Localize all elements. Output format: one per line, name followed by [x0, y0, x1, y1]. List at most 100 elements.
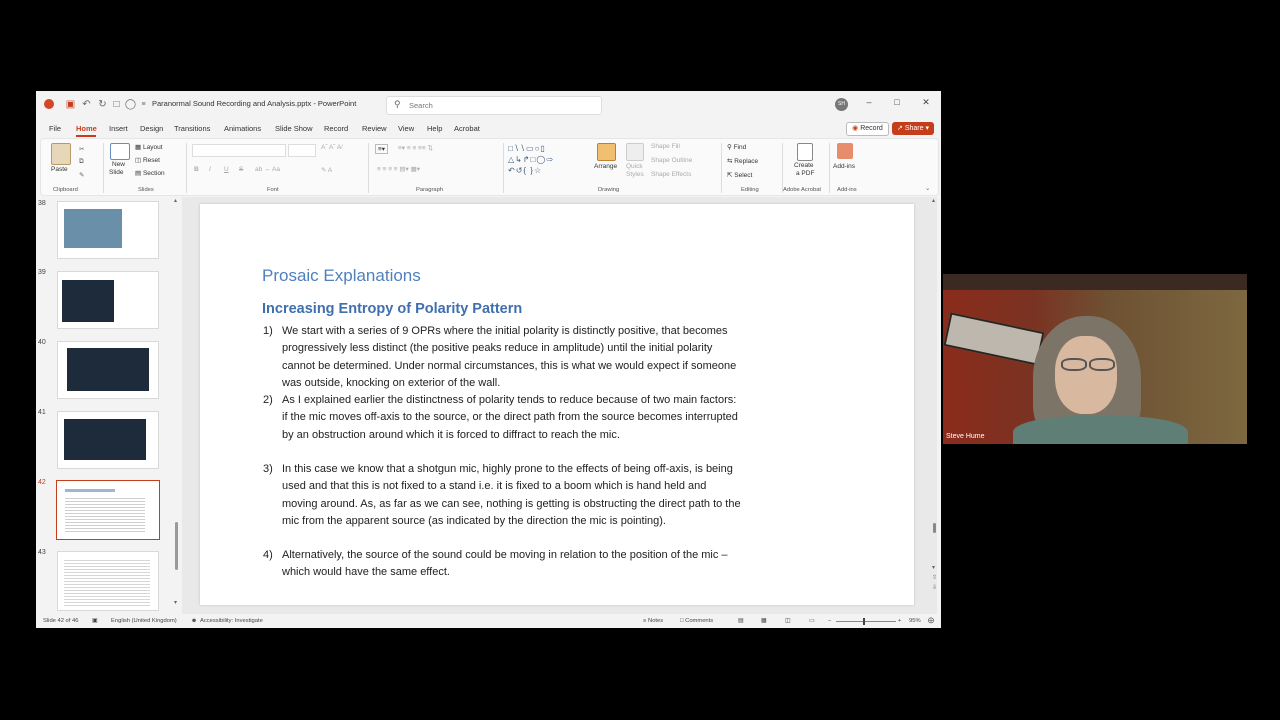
tab-view[interactable]: View: [398, 124, 414, 133]
tab-help[interactable]: Help: [427, 124, 442, 133]
slide-subtitle[interactable]: Increasing Entropy of Polarity Pattern: [262, 301, 522, 317]
accessibility-status[interactable]: Accessibility: Investigate: [200, 618, 263, 624]
new-slide-label[interactable]: New: [112, 161, 125, 168]
zoom-slider[interactable]: [836, 621, 896, 622]
language-indicator[interactable]: English (United Kingdom): [111, 618, 177, 624]
slide-scrollbar[interactable]: ▴ ▾ ⇧ ⇩: [931, 197, 939, 607]
tab-acrobat[interactable]: Acrobat: [454, 124, 480, 133]
zoom-level[interactable]: 95%: [909, 618, 921, 624]
scroll-up-icon[interactable]: ▴: [174, 197, 177, 204]
add-ins-icon[interactable]: [837, 143, 853, 159]
shape-fill-button[interactable]: Shape Fill: [651, 143, 680, 150]
font-color-icon[interactable]: ✎ A: [321, 166, 332, 174]
bullets-icon[interactable]: ≡▾: [375, 144, 389, 154]
avatar[interactable]: SH: [835, 98, 848, 111]
thumbnail-scroll-thumb[interactable]: [175, 522, 178, 570]
copy-icon[interactable]: ⧉: [79, 158, 84, 166]
notes-button[interactable]: ≡ Notes: [643, 618, 663, 624]
italic-button[interactable]: I: [209, 166, 211, 173]
customize-toolbar-icon[interactable]: ≡: [137, 98, 150, 111]
format-painter-icon[interactable]: ✎: [79, 171, 84, 179]
scroll-up-icon[interactable]: ▴: [932, 197, 935, 204]
redo-icon[interactable]: ↻: [96, 98, 109, 111]
add-ins-button[interactable]: Add-ins: [833, 163, 855, 170]
find-button[interactable]: ⚲ Find: [727, 143, 746, 151]
list-item[interactable]: As I explained earlier the distinctness …: [282, 392, 742, 444]
align-icons[interactable]: ≡ ≡ ≡ ≡ ▤▾ ▦▾: [377, 165, 420, 173]
arrange-button[interactable]: Arrange: [594, 163, 617, 170]
slide-thumbnail[interactable]: [57, 411, 159, 469]
numbering-icon[interactable]: ≡▾ ≡ ≡ ≡≡ ⇅: [398, 144, 433, 152]
close-icon[interactable]: ✕: [917, 97, 935, 108]
slide-thumbnail[interactable]: [57, 341, 159, 399]
tab-design[interactable]: Design: [140, 124, 163, 133]
list-item[interactable]: Alternatively, the source of the sound c…: [282, 547, 742, 582]
tab-insert[interactable]: Insert: [109, 124, 128, 133]
paste-icon[interactable]: [51, 143, 71, 165]
autosave-icon[interactable]: ◯: [124, 98, 137, 111]
replace-button[interactable]: ⇆ Replace: [727, 157, 758, 165]
layout-button[interactable]: ▦ Layout: [135, 143, 163, 151]
minimize-icon[interactable]: –: [860, 97, 878, 107]
slide-scroll-thumb[interactable]: [933, 523, 936, 533]
create-pdf-label[interactable]: Create: [794, 162, 814, 169]
current-slide[interactable]: Prosaic Explanations Increasing Entropy …: [200, 204, 914, 605]
tab-animations[interactable]: Animations: [224, 124, 261, 133]
save-icon[interactable]: ▣: [64, 98, 77, 111]
select-button[interactable]: ⇱ Select: [727, 171, 752, 179]
bold-button[interactable]: B: [194, 166, 199, 173]
undo-icon[interactable]: ↶: [80, 98, 93, 111]
thumbnail-scrollbar[interactable]: ▴ ▾: [174, 197, 180, 607]
next-slide-icon[interactable]: ⇩: [932, 584, 937, 591]
font-name-dropdown[interactable]: [192, 144, 286, 157]
collapse-ribbon-icon[interactable]: ⌄: [925, 184, 930, 192]
shape-outline-button[interactable]: Shape Outline: [651, 157, 692, 164]
tab-review[interactable]: Review: [362, 124, 387, 133]
scroll-down-icon[interactable]: ▾: [932, 564, 935, 571]
create-pdf-label-2[interactable]: a PDF: [796, 170, 814, 177]
underline-button[interactable]: U: [224, 166, 229, 173]
font-format-icons[interactable]: ab ↔ Aa: [255, 166, 280, 173]
tab-home[interactable]: Home: [76, 124, 97, 133]
normal-view-icon[interactable]: ▤: [738, 618, 743, 624]
scroll-down-icon[interactable]: ▾: [174, 599, 177, 606]
search-input[interactable]: ⚲ Search: [386, 96, 602, 115]
strikethrough-button[interactable]: S: [239, 166, 243, 173]
fit-to-window-icon[interactable]: ⨁: [928, 618, 934, 624]
new-slide-label-2[interactable]: Slide: [109, 169, 123, 176]
slideshow-view-icon[interactable]: ▭: [809, 618, 814, 624]
slide-thumbnail[interactable]: [57, 551, 159, 611]
present-icon[interactable]: □: [110, 98, 123, 111]
tab-record[interactable]: Record: [324, 124, 348, 133]
list-item[interactable]: We start with a series of 9 OPRs where t…: [282, 323, 742, 393]
tab-transitions[interactable]: Transitions: [174, 124, 210, 133]
previous-slide-icon[interactable]: ⇧: [932, 574, 937, 581]
slide-thumbnail[interactable]: [57, 271, 159, 329]
slide-title[interactable]: Prosaic Explanations: [262, 266, 421, 286]
spellcheck-icon[interactable]: ▣: [92, 618, 97, 624]
list-item[interactable]: In this case we know that a shotgun mic,…: [282, 461, 742, 531]
zoom-out-icon[interactable]: –: [828, 618, 831, 624]
create-pdf-icon[interactable]: [797, 143, 813, 161]
quick-styles-label[interactable]: Quick: [626, 163, 643, 170]
slide-thumbnail-selected[interactable]: [56, 480, 160, 540]
reading-view-icon[interactable]: ◫: [785, 618, 790, 624]
quick-styles-icon[interactable]: [626, 143, 644, 161]
arrange-icon[interactable]: [597, 143, 616, 161]
zoom-in-icon[interactable]: +: [898, 618, 901, 624]
accessibility-icon[interactable]: ☻: [191, 618, 197, 624]
cut-icon[interactable]: ✂: [79, 145, 84, 153]
section-button[interactable]: ▤ Section: [135, 169, 165, 177]
shape-effects-button[interactable]: Shape Effects: [651, 171, 691, 178]
quick-styles-label-2[interactable]: Styles: [626, 171, 644, 178]
reset-button[interactable]: ◫ Reset: [135, 156, 160, 164]
grow-font-icon[interactable]: Aˆ Aˇ A∕: [321, 144, 342, 151]
slide-thumbnail[interactable]: [57, 201, 159, 259]
record-button[interactable]: ◉ Record: [846, 122, 889, 136]
maximize-icon[interactable]: □: [888, 97, 906, 107]
comments-button[interactable]: □ Comments: [680, 618, 713, 624]
slide-sorter-icon[interactable]: ▦: [761, 618, 766, 624]
tab-file[interactable]: File: [49, 124, 61, 133]
zoom-slider-handle[interactable]: [863, 618, 865, 625]
shapes-gallery-icon[interactable]: □∖∖▭○▯ △↳↱□◯⇨ ↶↺{ }☆: [508, 143, 590, 179]
